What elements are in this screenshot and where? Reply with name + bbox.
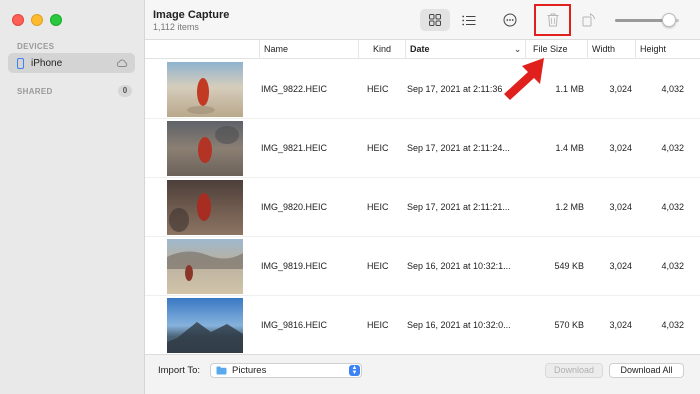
table-row[interactable]: IMG_9819.HEIC HEIC Sep 16, 2021 at 10:32… (145, 237, 700, 296)
photo-list: IMG_9822.HEIC HEIC Sep 17, 2021 at 2:11:… (145, 60, 700, 353)
file-width: 3,024 (609, 261, 632, 271)
file-size: 570 KB (554, 320, 584, 330)
table-row[interactable]: IMG_9821.HEIC HEIC Sep 17, 2021 at 2:11:… (145, 119, 700, 178)
zoom-button[interactable] (50, 14, 62, 26)
select-arrows-icon: ▲ ▼ (349, 365, 360, 376)
table-row[interactable]: IMG_9816.HEIC HEIC Sep 16, 2021 at 10:32… (145, 296, 700, 353)
item-count: 1,112 items (153, 22, 199, 32)
file-name: IMG_9822.HEIC (261, 84, 328, 94)
file-kind: HEIC (367, 143, 389, 153)
file-name: IMG_9821.HEIC (261, 143, 328, 153)
iphone-icon (17, 57, 24, 69)
list-view-icon (462, 15, 476, 25)
file-width: 3,024 (609, 202, 632, 212)
rotate-button[interactable] (577, 9, 601, 31)
device-label: iPhone (31, 57, 63, 69)
shared-count-badge: 0 (118, 85, 132, 97)
annotation-arrow-icon (504, 58, 544, 100)
column-header-date-label: Date (410, 44, 430, 54)
photo-thumbnail (167, 180, 243, 235)
import-footer: Import To: Pictures ▲ ▼ Download Download… (145, 354, 700, 394)
table-row[interactable]: IMG_9822.HEIC HEIC Sep 17, 2021 at 2:11:… (145, 60, 700, 119)
toolbar: Image Capture 1,112 items (145, 0, 700, 40)
sidebar: DEVICES iPhone SHARED 0 (0, 0, 145, 394)
table-header: Name Kind Date ⌄ File Size Width Height (145, 40, 700, 59)
folder-icon (216, 366, 227, 375)
file-date: Sep 16, 2021 at 10:32:1... (407, 261, 511, 271)
close-button[interactable] (12, 14, 24, 26)
file-height: 4,032 (661, 84, 684, 94)
grid-view-icon (429, 14, 441, 26)
sidebar-item-iphone[interactable]: iPhone (8, 53, 135, 73)
list-view-button[interactable] (455, 9, 483, 31)
file-kind: HEIC (367, 320, 389, 330)
file-date: Sep 17, 2021 at 2:11:21... (407, 202, 510, 212)
file-height: 4,032 (661, 320, 684, 330)
file-kind: HEIC (367, 84, 389, 94)
file-date: Sep 16, 2021 at 10:32:0... (407, 320, 511, 330)
column-header-width[interactable]: Width (587, 40, 635, 59)
photo-thumbnail (167, 239, 243, 294)
cloud-icon (116, 59, 128, 67)
window-controls (12, 14, 62, 26)
import-to-label: Import To: (158, 365, 201, 376)
rotate-icon (582, 13, 595, 27)
import-destination-value: Pictures (232, 365, 267, 376)
file-kind: HEIC (367, 261, 389, 271)
file-width: 3,024 (609, 320, 632, 330)
file-width: 3,024 (609, 143, 632, 153)
zoom-slider-knob[interactable] (662, 13, 677, 27)
window-title: Image Capture (153, 9, 230, 21)
shared-section-label: SHARED (17, 87, 53, 96)
column-header-height[interactable]: Height (635, 40, 700, 59)
file-kind: HEIC (367, 202, 389, 212)
table-row[interactable]: IMG_9820.HEIC HEIC Sep 17, 2021 at 2:11:… (145, 178, 700, 237)
photo-thumbnail (167, 62, 243, 117)
photo-thumbnail (167, 298, 243, 353)
file-height: 4,032 (661, 202, 684, 212)
file-date: Sep 17, 2021 at 2:11:36 (407, 84, 503, 94)
file-size: 1.4 MB (555, 143, 584, 153)
file-date: Sep 17, 2021 at 2:11:24... (407, 143, 510, 153)
more-options-icon (503, 13, 517, 27)
file-name: IMG_9816.HEIC (261, 320, 328, 330)
zoom-slider-fill (615, 19, 670, 22)
file-size: 549 KB (554, 261, 584, 271)
devices-section-label: DEVICES (17, 42, 55, 51)
file-height: 4,032 (661, 261, 684, 271)
zoom-slider[interactable] (615, 13, 679, 27)
column-header-name[interactable]: Name (259, 40, 358, 59)
file-size: 1.2 MB (555, 202, 584, 212)
file-name: IMG_9819.HEIC (261, 261, 328, 271)
more-options-button[interactable] (498, 9, 522, 31)
photo-thumbnail (167, 121, 243, 176)
grid-view-button[interactable] (420, 9, 450, 31)
file-width: 3,024 (609, 84, 632, 94)
delete-highlight-box (534, 4, 571, 36)
image-capture-window: DEVICES iPhone SHARED 0 Image Capture 1,… (0, 0, 700, 394)
download-button[interactable]: Download (545, 363, 603, 378)
download-all-button[interactable]: Download All (609, 363, 684, 378)
column-header-kind[interactable]: Kind (358, 40, 405, 59)
minimize-button[interactable] (31, 14, 43, 26)
file-name: IMG_9820.HEIC (261, 202, 328, 212)
file-height: 4,032 (661, 143, 684, 153)
import-destination-select[interactable]: Pictures ▲ ▼ (210, 363, 362, 378)
